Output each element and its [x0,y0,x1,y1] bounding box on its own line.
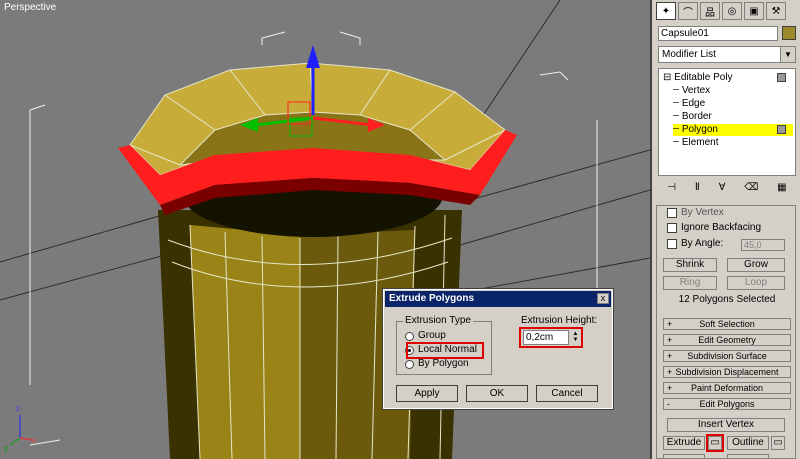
stack-toolbar: ⊣ Ⅱ ∀ ⌫ ▦ [658,182,796,196]
rollout-subdivision-displacement[interactable]: + Subdivision Displacement [663,366,791,378]
bevel-button[interactable] [663,454,705,458]
modifier-list-label: Modifier List [662,49,716,60]
selection-status: 12 Polygons Selected [678,294,776,305]
angle-field[interactable]: 45,0 [741,239,785,251]
stack-item-edge[interactable]: ┄ Edge [673,98,705,110]
object-name-field[interactable]: Capsule01 [658,26,778,41]
outline-settings-button[interactable]: ▭ [771,436,785,450]
object-color-swatch[interactable] [782,26,796,40]
command-panel: ✦ ⌒ 品 ◎ ▣ ⚒ Capsule01 Modifier List ▼ ⊟ … [650,0,800,459]
ring-button[interactable]: Ring [663,276,717,290]
rollout-subdivision-surface[interactable]: + Subdivision Surface [663,350,791,362]
modifier-stack: ⊟ Editable Poly ┄ Vertex ┄ Edge ┄ Border… [658,68,796,176]
axis-z-label: z [16,404,20,413]
configure-sets-icon[interactable]: ▦ [777,182,786,196]
display-icon[interactable]: ▣ [744,2,764,20]
remove-modifier-icon[interactable]: ⌫ [744,182,758,196]
stack-item-toggle-icon[interactable] [777,73,786,82]
radio-group-option[interactable]: Group [405,330,446,342]
by-angle-checkbox[interactable]: By Angle: [667,237,723,251]
make-unique-icon[interactable]: ∀ [719,182,726,196]
hierarchy-icon[interactable]: 品 [700,2,720,20]
stack-item-border[interactable]: ┄ Border [673,111,712,123]
highlight-extrusion-height [519,327,583,348]
rollout-edit-geometry[interactable]: + Edit Geometry [663,334,791,346]
rollout-edit-polygons[interactable]: - Edit Polygons [663,398,791,410]
grow-button[interactable]: Grow [727,258,785,272]
by-vertex-checkbox[interactable]: By Vertex [667,206,724,220]
loop-button[interactable]: Loop [727,276,785,290]
option-label: By Polygon [418,358,469,369]
stack-item-editable-poly[interactable]: ⊟ Editable Poly [663,72,733,84]
motion-icon[interactable]: ◎ [722,2,742,20]
ignore-backfacing-checkbox[interactable]: Ignore Backfacing [667,221,761,235]
modify-icon[interactable]: ⌒ [678,2,698,20]
radio-icon[interactable] [405,331,414,341]
utilities-icon[interactable]: ⚒ [766,2,786,20]
checkbox-icon[interactable] [667,223,677,233]
polygon-rollouts: By Vertex Ignore Backfacing By Angle: 45… [656,205,796,459]
inset-button[interactable] [727,454,769,458]
apply-button[interactable]: Apply [396,385,458,402]
highlight-local-normal [406,342,484,359]
checkbox-icon[interactable] [667,239,677,249]
axis-x-label: x [32,436,36,445]
radio-by-polygon-option[interactable]: By Polygon [405,358,469,370]
show-end-result-icon[interactable]: Ⅱ [695,182,700,196]
extrude-button[interactable]: Extrude [663,436,705,450]
stack-item-toggle-icon[interactable] [777,125,786,134]
cancel-button[interactable]: Cancel [536,385,598,402]
chevron-down-icon[interactable]: ▼ [780,47,795,62]
shrink-button[interactable]: Shrink [663,258,717,272]
modifier-list-dropdown[interactable]: Modifier List ▼ [658,46,796,63]
stack-item-vertex[interactable]: ┄ Vertex [673,85,710,97]
rollout-paint-deformation[interactable]: + Paint Deformation [663,382,791,394]
axis-y-label: y [4,444,8,453]
insert-vertex-button[interactable]: Insert Vertex [667,418,785,432]
checkbox-icon[interactable] [667,208,677,218]
command-panel-tabs: ✦ ⌒ 品 ◎ ▣ ⚒ [656,2,786,22]
stack-item-polygon[interactable]: ┄ Polygon [673,124,793,136]
extrusion-height-label: Extrusion Height: [521,315,598,326]
dialog-title: Extrude Polygons [389,293,475,304]
extrude-polygons-dialog: Extrude Polygons x Extrusion Type Group … [382,288,614,410]
dialog-titlebar[interactable]: Extrude Polygons x [385,291,611,307]
viewport-label[interactable]: Perspective [4,2,56,13]
radio-icon[interactable] [405,359,414,369]
stack-item-element[interactable]: ┄ Element [673,137,719,149]
pin-stack-icon[interactable]: ⊣ [667,182,676,196]
option-label: Group [418,330,446,341]
create-icon[interactable]: ✦ [656,2,676,20]
extrusion-type-label: Extrusion Type [403,315,473,326]
close-button[interactable]: x [597,293,609,304]
outline-button[interactable]: Outline [727,436,769,450]
ok-button[interactable]: OK [466,385,528,402]
rollout-soft-selection[interactable]: + Soft Selection [663,318,791,330]
highlight-extrude-settings [706,434,724,452]
